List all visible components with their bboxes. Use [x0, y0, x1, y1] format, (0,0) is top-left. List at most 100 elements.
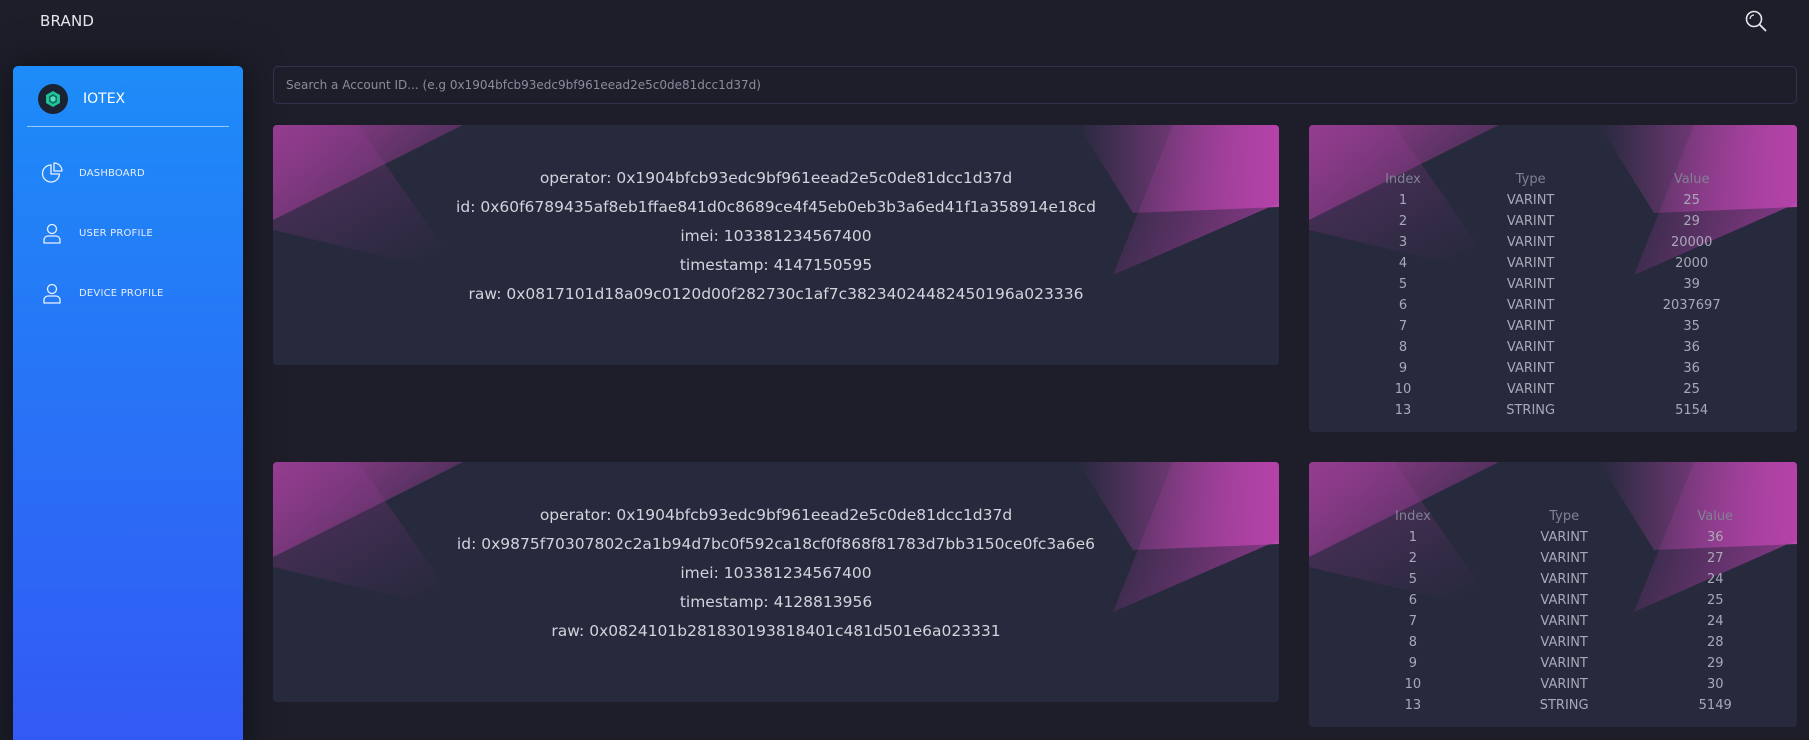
column-header-type: Type	[1549, 509, 1580, 524]
table-row: 2 VARINT 27	[1349, 548, 1779, 569]
cell-index: 9	[1398, 361, 1408, 376]
cell-type: VARINT	[1540, 635, 1588, 650]
cell-index: 4	[1398, 256, 1408, 271]
cell-index: 7	[1408, 614, 1418, 629]
cell-type: VARINT	[1506, 235, 1555, 250]
top-navbar: BRAND	[0, 0, 1809, 44]
table-row: 6 VARINT 25	[1349, 590, 1779, 611]
table-header-row: Index Type Value	[1349, 506, 1779, 527]
column-header-value: Value	[1697, 509, 1734, 524]
cell-value: 36	[1706, 530, 1724, 545]
pie-chart-icon	[41, 162, 63, 183]
cell-type: VARINT	[1506, 214, 1555, 229]
table-row: 9 VARINT 29	[1349, 653, 1779, 674]
brand-title[interactable]: BRAND	[40, 12, 94, 30]
sidebar-item-label: USER PROFILE	[79, 227, 153, 239]
sidebar-item-label: DEVICE PROFILE	[79, 287, 164, 299]
cell-index: 5	[1408, 572, 1418, 587]
cell-type: VARINT	[1540, 593, 1588, 608]
cell-type: VARINT	[1506, 193, 1555, 208]
record-raw: raw: 0x0824101b281830193818401c481d501e6…	[551, 622, 1001, 640]
table-row: 10 VARINT 30	[1349, 674, 1779, 695]
cell-index: 2	[1398, 214, 1408, 229]
account-search-input[interactable]	[274, 67, 1796, 103]
table-row: 1 VARINT 36	[1349, 527, 1779, 548]
record-fields-card: Index Type Value 1 VARINT 36 2 VARINT 27 5 VA…	[1309, 462, 1797, 727]
sidebar-item-dashboard[interactable]: DASHBOARD	[40, 160, 145, 186]
fields-table: Index Type Value 1 VARINT 36 2 VARINT 27 5 VA…	[1349, 506, 1779, 716]
cell-index: 8	[1398, 340, 1408, 355]
cell-value: 39	[1683, 277, 1700, 292]
sidebar-item-user-profile[interactable]: USER PROFILE	[40, 220, 153, 246]
record-operator: operator: 0x1904bfcb93edc9bf961eead2e5c0…	[539, 169, 1013, 187]
cell-index: 3	[1398, 235, 1408, 250]
cell-index: 6	[1398, 298, 1408, 313]
cell-value: 35	[1683, 319, 1700, 334]
sidebar-divider	[27, 126, 229, 127]
cell-type: VARINT	[1540, 614, 1588, 629]
record-info-card: operator: 0x1904bfcb93edc9bf961eead2e5c0…	[273, 125, 1279, 365]
record-timestamp: timestamp: 4128813956	[679, 593, 873, 611]
cell-value: 36	[1683, 340, 1700, 355]
cell-index: 13	[1404, 698, 1422, 713]
account-search-field[interactable]	[273, 66, 1797, 104]
sidebar-logo[interactable]: IOTEX	[38, 84, 125, 114]
table-row: 5 VARINT 24	[1349, 569, 1779, 590]
search-icon[interactable]	[1744, 9, 1768, 33]
table-row: 8 VARINT 36	[1349, 337, 1779, 358]
cell-type: STRING	[1539, 698, 1589, 713]
iotex-logo-icon	[38, 84, 68, 114]
column-header-value: Value	[1673, 172, 1710, 187]
cell-type: VARINT	[1540, 656, 1588, 671]
record-id: id: 0x9875f70307802c2a1b94d7bc0f592ca18c…	[456, 535, 1096, 553]
cell-type: VARINT	[1540, 551, 1588, 566]
cell-index: 2	[1408, 551, 1418, 566]
cell-value: 25	[1683, 193, 1700, 208]
cell-type: VARINT	[1506, 382, 1555, 397]
cell-index: 1	[1408, 530, 1418, 545]
cell-type: VARINT	[1506, 298, 1555, 313]
cell-type: VARINT	[1540, 572, 1588, 587]
record-raw: raw: 0x0817101d18a09c0120d00f282730c1af7…	[468, 285, 1084, 303]
cell-value: 5154	[1675, 403, 1709, 418]
table-row: 3 VARINT 20000	[1349, 232, 1779, 253]
column-header-index: Index	[1395, 509, 1431, 524]
cell-type: VARINT	[1540, 677, 1588, 692]
table-row: 2 VARINT 29	[1349, 211, 1779, 232]
cell-value: 25	[1683, 382, 1700, 397]
record-info-card: operator: 0x1904bfcb93edc9bf961eead2e5c0…	[273, 462, 1279, 702]
table-row: 1 VARINT 25	[1349, 190, 1779, 211]
cell-index: 6	[1408, 593, 1418, 608]
table-row: 13 STRING 5149	[1349, 695, 1779, 716]
cell-index: 7	[1398, 319, 1408, 334]
column-header-type: Type	[1515, 172, 1546, 187]
cell-value: 5149	[1698, 698, 1732, 713]
record-id: id: 0x60f6789435af8eb1ffae841d0c8689ce4f…	[456, 198, 1096, 216]
table-row: 13 STRING 5154	[1349, 400, 1779, 421]
cell-type: STRING	[1506, 403, 1556, 418]
table-row: 6 VARINT 2037697	[1349, 295, 1779, 316]
table-row: 4 VARINT 2000	[1349, 253, 1779, 274]
cell-value: 2037697	[1662, 298, 1721, 313]
cell-type: VARINT	[1506, 319, 1555, 334]
cell-value: 30	[1706, 677, 1724, 692]
cell-value: 24	[1706, 614, 1724, 629]
table-header-row: Index Type Value	[1349, 169, 1779, 190]
cell-type: VARINT	[1506, 340, 1555, 355]
column-header-index: Index	[1385, 172, 1421, 187]
cell-value: 25	[1706, 593, 1724, 608]
cell-value: 27	[1706, 551, 1724, 566]
record-timestamp: timestamp: 4147150595	[679, 256, 873, 274]
table-row: 5 VARINT 39	[1349, 274, 1779, 295]
cell-index: 1	[1398, 193, 1408, 208]
cell-type: VARINT	[1540, 530, 1588, 545]
sidebar-item-device-profile[interactable]: DEVICE PROFILE	[40, 280, 164, 306]
sidebar-item-label: DASHBOARD	[79, 167, 145, 179]
record-fields-card: Index Type Value 1 VARINT 25 2 VARINT 29 3 VA…	[1309, 125, 1797, 432]
user-icon	[43, 223, 61, 244]
table-row: 7 VARINT 24	[1349, 611, 1779, 632]
cell-index: 10	[1394, 382, 1412, 397]
record-imei: imei: 103381234567400	[680, 564, 872, 582]
record-imei: imei: 103381234567400	[680, 227, 872, 245]
cell-index: 10	[1404, 677, 1422, 692]
